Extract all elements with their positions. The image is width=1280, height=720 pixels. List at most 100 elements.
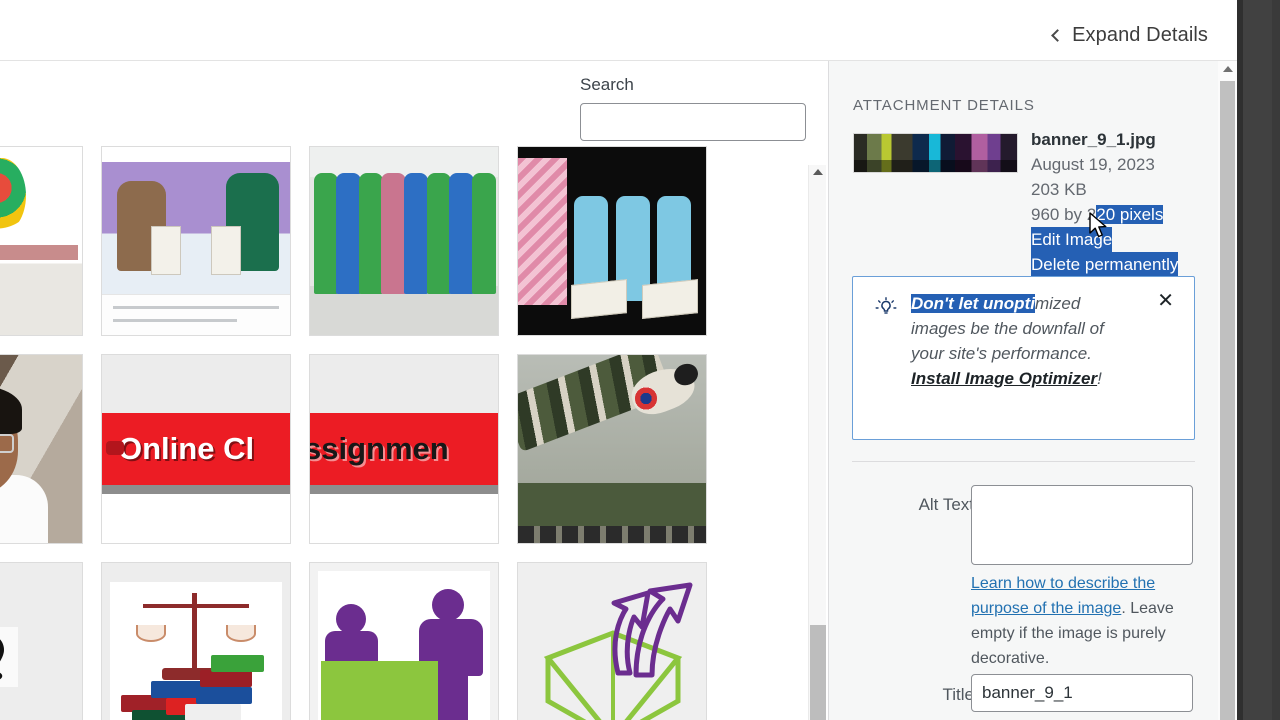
location-pin-art [0, 563, 82, 720]
portrait-glasses [0, 433, 15, 453]
top-bar: Expand Details [0, 0, 1237, 61]
service-customer-legs [437, 672, 468, 720]
media-thumbnail-location-pin[interactable] [0, 562, 83, 720]
triangle-up-icon[interactable] [1222, 66, 1233, 72]
media-thumbnail-assignment-banner[interactable]: ssignmen [309, 354, 499, 544]
edit-image-row: Edit Image [1031, 227, 1221, 252]
media-thumbnail-justice-scales-books[interactable] [101, 562, 291, 720]
online-class-text: Online Cl [118, 430, 255, 466]
justice-art [102, 563, 290, 720]
assignment-top-bar [310, 355, 498, 414]
banner-strip [0, 244, 79, 260]
media-thumbnail-man-portrait[interactable] [0, 354, 83, 544]
assignment-red-band: ssignmen [310, 413, 498, 485]
online-class-red-band: Online Cl [102, 413, 290, 485]
classroom-art [518, 147, 706, 335]
ceremony-caption-bar [102, 293, 290, 335]
student-7 [449, 173, 474, 294]
student-1 [313, 173, 339, 294]
missile-roundel [634, 386, 658, 410]
lightbulb-icon [875, 297, 897, 319]
book-7 [196, 687, 253, 704]
attachment-thumbnail-art [854, 134, 1017, 172]
search-area: Search [580, 75, 806, 141]
classroom-pink-figure [518, 158, 567, 305]
classroom-desk-2 [642, 279, 699, 320]
students-lineup-art [310, 147, 498, 335]
dimensions-prefix: 960 by 2 [1031, 205, 1097, 224]
edit-image-link[interactable]: Edit Image [1031, 227, 1113, 252]
student-5 [404, 173, 429, 294]
alt-text-input[interactable] [971, 485, 1193, 565]
panel-scrollbar[interactable] [1218, 61, 1237, 720]
title-input[interactable] [971, 674, 1193, 712]
alt-text-label: Alt Text [918, 495, 974, 514]
panel-divider [852, 461, 1195, 462]
student-3 [358, 173, 384, 294]
online-class-art: Online Cl [102, 355, 290, 543]
panel-title: ATTACHMENT DETAILS [853, 97, 1035, 114]
notice-message: Don't let unoptimized images be the down… [911, 291, 1136, 391]
assignment-art: ssignmen [310, 355, 498, 543]
media-library-screen: Expand Details Search Online Cl ssignmen… [0, 0, 1280, 720]
notice-text-end: ! [1097, 369, 1102, 388]
online-class-top-bar [102, 355, 290, 414]
missile-wheels [518, 526, 706, 543]
media-thumbnail-award-ceremony[interactable] [101, 146, 291, 336]
expand-details-button[interactable]: Expand Details [1051, 24, 1208, 47]
missile-art [518, 355, 706, 543]
media-thumbnail-students-lineup[interactable] [309, 146, 499, 336]
media-thumbnail-bengali-banner[interactable] [0, 146, 83, 336]
media-grid-scrollbar[interactable] [808, 165, 826, 720]
window-edge [1237, 0, 1280, 720]
delete-permanently-link[interactable]: Delete permanently [1031, 252, 1179, 277]
attachment-thumbnail[interactable] [853, 133, 1018, 173]
delete-permanently-row: Delete permanently [1031, 252, 1221, 277]
attachment-details-panel: ATTACHMENT DETAILS banner_9_1.jpg August… [828, 61, 1237, 720]
notice-text-selected: Don't let unopti [911, 294, 1035, 313]
student-4 [381, 173, 406, 294]
scales-post [192, 593, 198, 673]
panel-scrollbar-thumb[interactable] [1220, 81, 1235, 720]
award-ceremony-art [102, 147, 290, 335]
media-thumbnail-service-desk[interactable] [309, 562, 499, 720]
install-image-optimizer-link[interactable]: Install Image Optimizer [911, 369, 1097, 388]
bengali-banner-art [0, 147, 82, 335]
triangle-up-icon[interactable] [812, 169, 823, 175]
ballot-box-art [518, 563, 706, 720]
media-thumbnail-classroom-students[interactable] [517, 146, 707, 336]
media-frame: Search Online Cl ssignmen [0, 61, 827, 720]
media-thumbnail-ballot-box[interactable] [517, 562, 707, 720]
image-optimizer-notice: Don't let unoptimized images be the down… [852, 276, 1195, 440]
student-8 [471, 173, 497, 294]
scales-pan-right [226, 625, 257, 642]
youtube-glyph-icon [106, 441, 124, 456]
attachment-filesize: 203 KB [1031, 180, 1087, 199]
search-label: Search [580, 75, 634, 94]
dimensions-selected: 20 pixels [1096, 205, 1164, 224]
search-input[interactable] [580, 103, 806, 141]
window-edge-inner [1237, 0, 1243, 720]
ceremony-crest-1 [150, 225, 181, 275]
expand-details-label: Expand Details [1072, 24, 1208, 46]
man-portrait-art [0, 355, 82, 543]
scales-pan-left [135, 625, 166, 642]
online-class-gray-band [102, 484, 290, 495]
media-thumbnail-online-class-banner[interactable]: Online Cl [101, 354, 291, 544]
title-label: Title [942, 685, 975, 704]
attachment-date: August 19, 2023 [1031, 155, 1155, 174]
classroom-desk-1 [570, 279, 628, 320]
location-pin-icon [0, 627, 18, 687]
ceremony-crest-2 [211, 225, 242, 275]
scrollbar-thumb[interactable] [810, 625, 826, 720]
attachment-meta: banner_9_1.jpg August 19, 2023 203 KB 96… [1031, 127, 1221, 277]
chevron-left-icon [1051, 28, 1064, 42]
media-grid: Online Cl ssignmen [0, 146, 805, 720]
attachment-dimensions: 960 by 220 pixels [1031, 202, 1221, 227]
book-5 [199, 670, 253, 688]
service-desk-art [310, 563, 498, 720]
close-icon[interactable]: ✕ [1157, 291, 1174, 311]
student-2 [336, 173, 361, 294]
book-8 [184, 704, 242, 720]
media-thumbnail-missile-launcher[interactable] [517, 354, 707, 544]
